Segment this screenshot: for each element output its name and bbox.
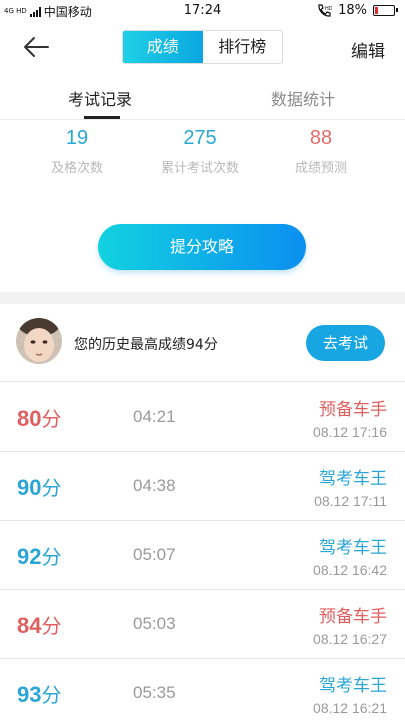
record-duration: 05:35 (133, 683, 176, 702)
record-duration: 05:03 (133, 614, 176, 633)
record-date: 08.12 16:42 (313, 562, 387, 578)
record-score-value: 80 (17, 406, 42, 431)
record-score: 80分 (17, 403, 61, 432)
record-row[interactable]: 80分 04:21 预备车手 08.12 17:16 (0, 383, 405, 452)
record-row[interactable]: 84分 05:03 预备车手 08.12 16:27 (0, 590, 405, 659)
take-exam-button[interactable]: 去考试 (306, 325, 385, 361)
record-duration: 05:07 (133, 545, 176, 564)
subtab-data-statistics[interactable]: 数据统计 (271, 86, 335, 110)
record-score-value: 90 (17, 475, 42, 500)
best-score-text: 您的历史最高成绩94分 (74, 337, 218, 353)
battery-fill (375, 7, 379, 14)
record-score-unit: 分 (41, 614, 62, 638)
stat-pass-count: 19 及格次数 (17, 127, 137, 176)
call-hd-icon: HD (318, 3, 332, 17)
stat-value: 19 (65, 127, 89, 149)
record-date: 08.12 17:16 (313, 424, 387, 440)
active-subtab-indicator (84, 116, 120, 119)
battery-icon (373, 5, 398, 16)
avatar[interactable] (16, 318, 62, 364)
sub-tabs: 考试记录 数据统计 (0, 78, 405, 120)
segmented-control: 成绩 排行榜 (122, 30, 283, 64)
record-row[interactable]: 92分 05:07 驾考车王 08.12 16:42 (0, 521, 405, 590)
avatar-image (16, 318, 62, 364)
record-score-value: 84 (17, 613, 42, 638)
record-row[interactable]: 93分 05:35 驾考车王 08.12 16:21 (0, 659, 405, 720)
record-duration: 04:21 (133, 407, 176, 426)
tab-ranking[interactable]: 排行榜 (203, 31, 283, 63)
stat-value: 275 (183, 127, 217, 149)
stat-total-exams: 275 累计考试次数 (140, 127, 260, 176)
record-level: 驾考车王 (319, 538, 387, 558)
record-score: 92分 (17, 541, 61, 570)
record-duration: 04:38 (133, 476, 176, 495)
record-score-unit: 分 (41, 683, 62, 707)
status-right: HD 18% (316, 3, 398, 18)
record-level: 预备车手 (319, 400, 387, 420)
stat-label: 累计考试次数 (160, 161, 239, 176)
record-date: 08.12 16:21 (313, 700, 387, 716)
stat-value: 88 (309, 127, 333, 149)
record-score-unit: 分 (41, 476, 62, 500)
record-score: 84分 (17, 610, 61, 639)
record-score-unit: 分 (41, 407, 62, 431)
best-score-row: 您的历史最高成绩94分 去考试 (0, 304, 405, 382)
record-score: 93分 (17, 679, 61, 708)
record-date: 08.12 16:27 (313, 631, 387, 647)
record-level: 预备车手 (319, 607, 387, 627)
tab-score[interactable]: 成绩 (123, 31, 203, 63)
strategy-button[interactable]: 提分攻略 (98, 224, 306, 270)
stat-score-prediction: 88 成绩预测 (261, 127, 381, 176)
subtab-exam-records[interactable]: 考试记录 (68, 86, 132, 110)
record-level: 驾考车王 (319, 676, 387, 696)
edit-button[interactable]: 编辑 (351, 37, 385, 62)
record-level: 驾考车王 (319, 469, 387, 489)
record-score: 90分 (17, 472, 61, 501)
stat-label: 成绩预测 (294, 161, 347, 176)
record-score-value: 93 (17, 682, 42, 707)
status-bar: 4G HD 中国移动 17:24 HD 18% (0, 0, 405, 22)
record-row[interactable]: 90分 04:38 驾考车王 08.12 17:11 (0, 452, 405, 521)
record-score-value: 92 (17, 544, 42, 569)
section-divider (0, 292, 405, 304)
battery-percent: 18% (338, 3, 367, 18)
stat-label: 及格次数 (50, 161, 103, 176)
nav-bar: 成绩 排行榜 编辑 (0, 22, 405, 72)
arrow-left-icon[interactable] (22, 35, 50, 59)
record-score-unit: 分 (41, 545, 62, 569)
svg-text:HD: HD (325, 6, 332, 12)
record-date: 08.12 17:11 (314, 493, 387, 509)
